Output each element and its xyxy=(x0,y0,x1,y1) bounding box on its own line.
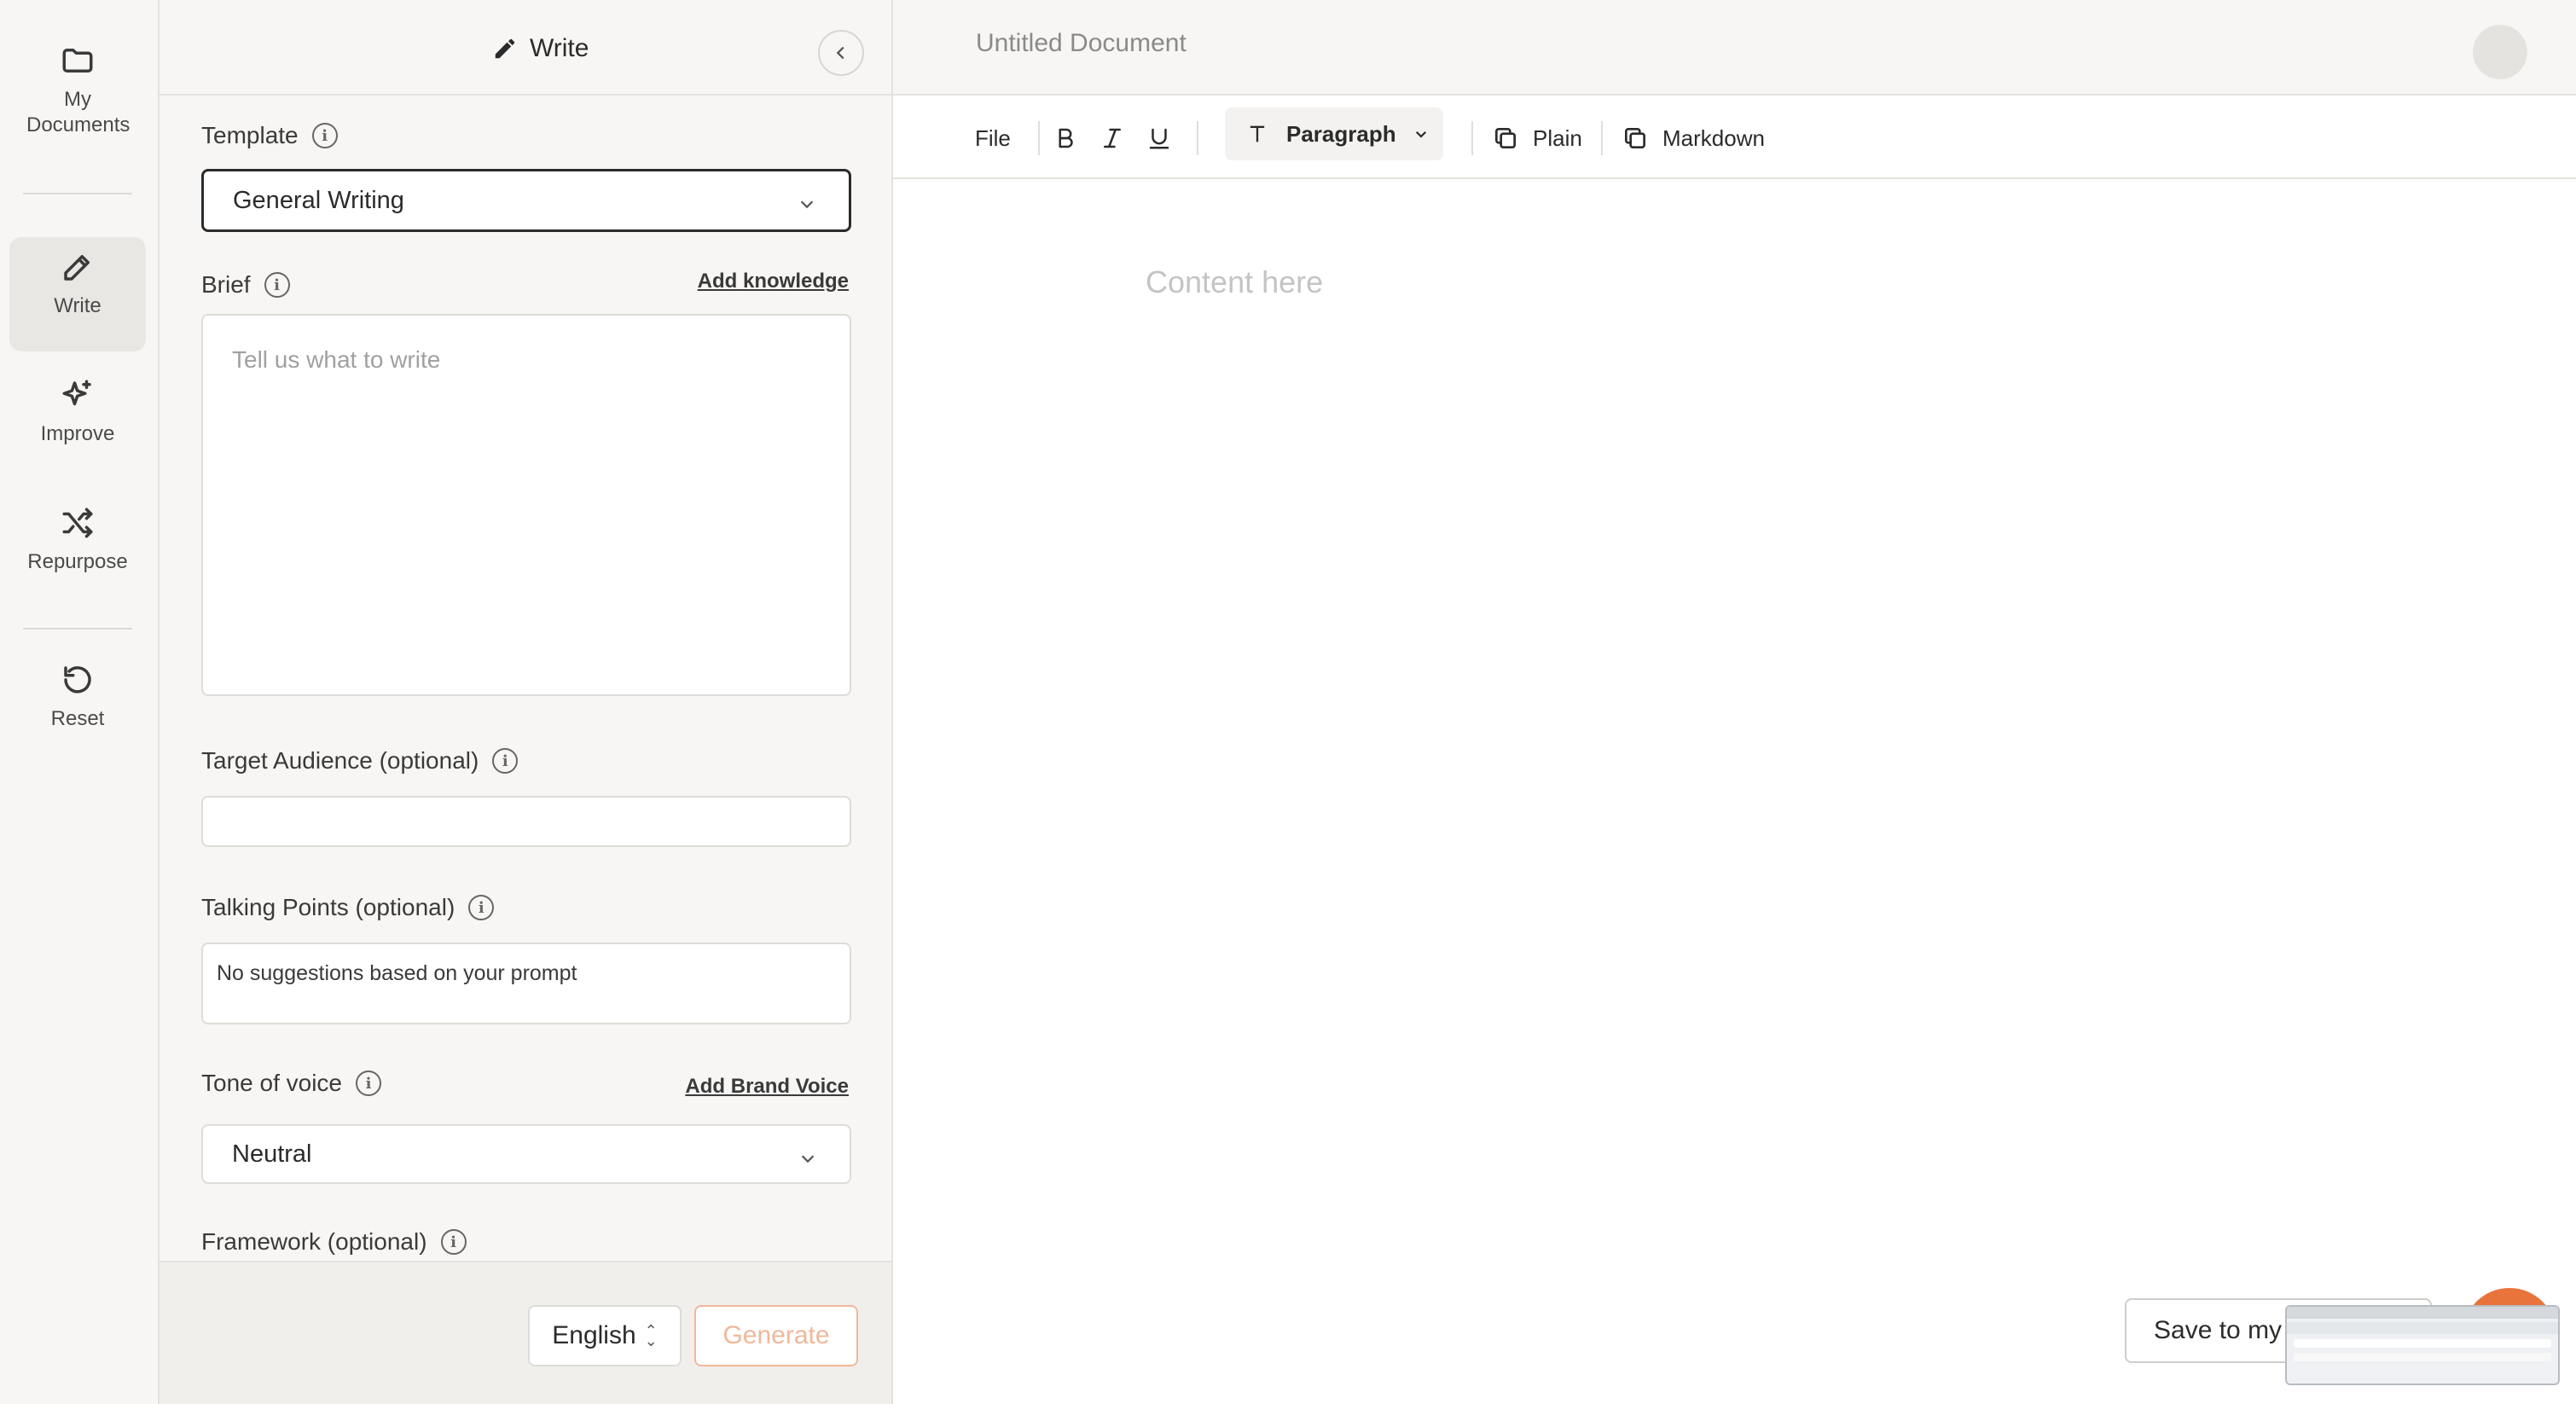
rail-item-improve[interactable]: Improve xyxy=(9,377,146,471)
talking-points-label: Talking Points (optional) i xyxy=(201,894,495,921)
write-panel: Write Template i General Writing Brief i… xyxy=(160,0,893,1404)
generate-button[interactable]: Generate xyxy=(694,1305,858,1366)
italic-button[interactable] xyxy=(1099,119,1125,158)
rail-item-label: Reset xyxy=(50,707,105,730)
framework-label: Framework (optional) i xyxy=(201,1228,467,1256)
tone-of-voice-label: Tone of voice i xyxy=(201,1070,381,1097)
rail-item-reset[interactable]: Reset xyxy=(9,662,146,756)
document-title[interactable]: Untitled Document xyxy=(976,29,1186,58)
tone-select[interactable]: Neutral xyxy=(201,1124,851,1184)
paragraph-style-select[interactable]: Paragraph xyxy=(1225,107,1443,160)
thumbnail-bookmarks xyxy=(2294,1353,2551,1361)
talking-points-box[interactable]: No suggestions based on your prompt xyxy=(201,943,851,1024)
toolbar-divider xyxy=(1601,121,1603,155)
brief-label: Brief i xyxy=(201,271,290,299)
rail-item-write[interactable]: Write xyxy=(9,237,146,351)
info-icon[interactable]: i xyxy=(492,748,519,774)
rail-item-label: Improve xyxy=(40,422,115,445)
thumbnail-menubar xyxy=(2287,1307,2558,1319)
chevron-up-down-icon: ⌃ ⌄ xyxy=(644,1322,658,1349)
copy-plain-button[interactable]: Plain xyxy=(1492,119,1582,158)
bold-icon xyxy=(1059,128,1073,148)
pencil-icon xyxy=(64,255,90,281)
info-icon[interactable]: i xyxy=(356,1070,381,1096)
rail-divider xyxy=(23,628,132,629)
bold-button[interactable] xyxy=(1053,119,1078,158)
toolbar-divider xyxy=(1471,121,1473,155)
rail-item-label: Write xyxy=(54,294,102,317)
pencil-icon xyxy=(495,38,515,59)
folder-icon xyxy=(62,49,93,73)
text-type-icon xyxy=(1250,125,1265,142)
shuffle-icon xyxy=(62,508,93,538)
italic-icon xyxy=(1104,128,1121,148)
chevron-down-icon xyxy=(1415,131,1426,138)
rail-item-my-documents[interactable]: My Documents xyxy=(9,43,146,154)
thumbnail-tabs xyxy=(2287,1322,2558,1334)
template-select[interactable]: General Writing xyxy=(201,169,851,232)
info-icon[interactable]: i xyxy=(468,895,495,920)
copy-icon xyxy=(1625,128,1645,148)
rail-item-label: My Documents xyxy=(26,88,131,136)
rail-divider xyxy=(23,193,132,194)
language-select[interactable]: English ⌃ ⌄ xyxy=(528,1305,682,1366)
target-audience-input[interactable] xyxy=(201,796,851,847)
sparkles-icon xyxy=(62,380,91,406)
target-audience-label: Target Audience (optional) i xyxy=(201,747,519,775)
file-menu[interactable]: File xyxy=(975,119,1011,158)
chevron-left-icon xyxy=(836,46,844,60)
editor-toolbar: File Paragraph Plain Markdown xyxy=(893,96,2576,179)
brief-placeholder: Tell us what to write xyxy=(232,346,441,373)
left-rail: My Documents Write Improve Repurpose Res… xyxy=(0,0,160,1404)
thumbnail-addressbar xyxy=(2294,1339,2551,1348)
toolbar-divider xyxy=(1038,121,1040,155)
rail-item-label: Repurpose xyxy=(27,550,128,573)
add-brand-voice-link[interactable]: Add Brand Voice xyxy=(685,1075,849,1099)
info-icon[interactable]: i xyxy=(264,272,290,298)
copy-markdown-button[interactable]: Markdown xyxy=(1622,119,1765,158)
underline-button[interactable] xyxy=(1146,119,1172,158)
panel-footer: English ⌃ ⌄ Generate xyxy=(160,1261,891,1404)
editor-area: Untitled Document File Paragraph Plain M… xyxy=(893,0,2576,1404)
panel-title-text: Write xyxy=(530,34,589,62)
avatar[interactable] xyxy=(2473,25,2527,79)
panel-header: Write xyxy=(160,0,891,96)
copy-icon xyxy=(1495,128,1516,148)
reset-icon xyxy=(64,666,91,693)
rail-item-repurpose[interactable]: Repurpose xyxy=(9,505,146,599)
info-icon[interactable]: i xyxy=(440,1229,467,1255)
template-label: Template i xyxy=(201,122,338,149)
editor-content-placeholder[interactable]: Content here xyxy=(1146,264,1323,300)
chevron-down-icon xyxy=(801,1155,815,1163)
chevron-down-icon xyxy=(800,200,814,209)
brief-textarea[interactable]: Tell us what to write xyxy=(201,314,851,696)
collapse-panel-button[interactable] xyxy=(818,30,864,76)
panel-title: Write xyxy=(492,34,589,63)
toolbar-divider xyxy=(1197,121,1198,155)
document-header: Untitled Document xyxy=(893,0,2576,96)
underline-icon xyxy=(1149,128,1169,149)
add-knowledge-link[interactable]: Add knowledge xyxy=(698,270,849,293)
info-icon[interactable]: i xyxy=(311,123,338,148)
screen-thumbnail-preview xyxy=(2285,1305,2560,1385)
